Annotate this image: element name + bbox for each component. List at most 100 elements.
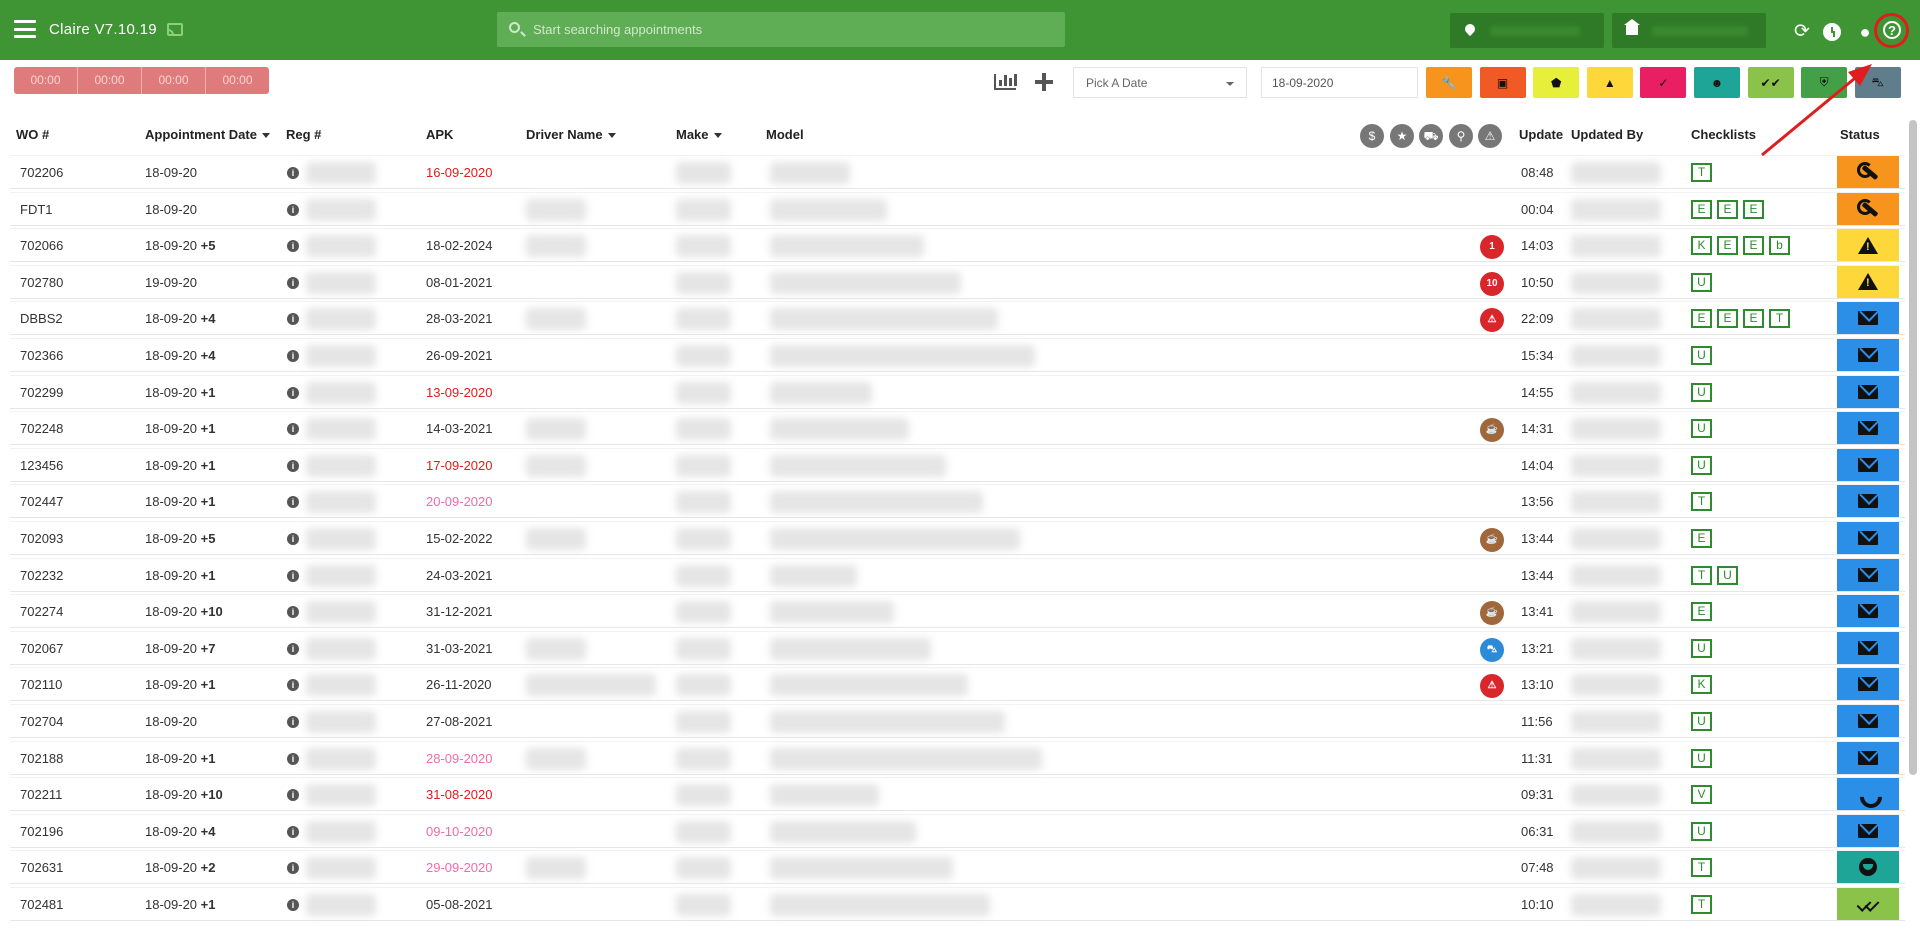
info-icon[interactable]: i [287, 276, 299, 289]
table-row[interactable]: 702631 18-09-20 +2 i 29-09-2020 07:48 T [10, 850, 1905, 885]
checklist-tag[interactable]: U [1717, 565, 1738, 585]
info-icon[interactable]: i [287, 240, 299, 253]
info-icon[interactable]: i [287, 167, 299, 179]
table-row[interactable]: 702704 18-09-20 i 27-08-2021 11:56 U [10, 704, 1905, 738]
table-row[interactable]: 702196 18-09-20 +4 i 09-10-2020 06:31 U [10, 813, 1905, 848]
row-alert-badge[interactable]: ⚠ [1480, 674, 1504, 699]
add-appointment-icon[interactable] [1034, 72, 1054, 92]
info-icon[interactable]: i [287, 350, 299, 362]
branch-selector[interactable] [1612, 13, 1766, 48]
info-icon[interactable]: i [287, 533, 299, 545]
column-updated-by[interactable]: Updated By [1571, 127, 1643, 142]
status-cell[interactable] [1837, 778, 1899, 811]
filter-wrench-button[interactable]: 🔧 [1426, 67, 1472, 98]
column-appointment-date[interactable]: Appointment Date [145, 127, 270, 142]
checklist-tag[interactable]: E [1691, 529, 1712, 548]
checklist-tag[interactable]: E [1691, 602, 1712, 622]
row-alert-badge[interactable]: ☕ [1480, 601, 1504, 626]
date-field[interactable] [1261, 67, 1418, 98]
checklist-tag[interactable]: U [1691, 346, 1712, 365]
checklist-tag[interactable]: U [1691, 712, 1712, 731]
table-row[interactable]: 702067 18-09-20 +7 i 31-03-2021 ⛍ 13:21 U [10, 630, 1905, 665]
column-model[interactable]: Model [766, 127, 804, 142]
checklist-tag[interactable]: E [1717, 199, 1738, 219]
table-row[interactable]: 702211 18-09-20 +10 i 31-08-2020 09:31 V [10, 777, 1905, 812]
table-row[interactable]: 702232 18-09-20 +1 i 24-03-2021 13:44 T U [10, 557, 1905, 592]
info-icon[interactable]: i [287, 313, 299, 326]
checklist-tag[interactable]: E [1743, 199, 1764, 219]
status-cell[interactable] [1837, 595, 1899, 628]
pin-icon[interactable]: ⚲ [1449, 124, 1473, 148]
search-input[interactable] [533, 22, 1065, 37]
checklist-tag[interactable]: U [1691, 638, 1712, 658]
status-cell[interactable] [1837, 522, 1899, 554]
filter-document-button[interactable]: ▣ [1479, 67, 1526, 98]
status-cell[interactable] [1837, 705, 1899, 737]
table-row[interactable]: 702188 18-09-20 +1 i 28-09-2020 11:31 U [10, 740, 1905, 775]
table-row[interactable]: 702248 18-09-20 +1 i 14-03-2021 ☕ 14:31 U [10, 411, 1905, 446]
status-cell[interactable] [1837, 192, 1899, 225]
menu-icon[interactable] [14, 20, 36, 38]
star-icon[interactable]: ★ [1390, 124, 1414, 148]
table-row[interactable]: 702481 18-09-20 +1 i 05-08-2021 10:10 T [10, 887, 1905, 921]
table-row[interactable]: 702299 18-09-20 +1 i 13-09-2020 14:55 U [10, 374, 1905, 409]
info-icon[interactable]: i [287, 459, 299, 472]
table-row[interactable]: 702066 18-09-20 +5 i 18-02-2024 1 14:03 K E Eb [10, 228, 1905, 263]
status-cell[interactable] [1837, 668, 1899, 701]
column-apk[interactable]: APK [426, 127, 453, 142]
checklist-tag[interactable]: U [1691, 821, 1712, 841]
status-cell[interactable] [1837, 485, 1899, 518]
column-update[interactable]: Update [1519, 127, 1563, 142]
table-row[interactable]: 123456 18-09-20 +1 i 17-09-2020 14:04 U [10, 447, 1905, 482]
info-icon[interactable]: i [287, 752, 299, 765]
status-cell[interactable] [1837, 448, 1899, 481]
info-icon[interactable]: i [287, 825, 299, 838]
cast-icon[interactable] [167, 23, 183, 36]
checklist-tag[interactable]: U [1691, 382, 1712, 402]
checklist-tag[interactable]: K [1691, 236, 1712, 256]
row-alert-badge[interactable]: ⛍ [1480, 637, 1504, 662]
checklist-tag[interactable]: U [1691, 419, 1712, 439]
info-icon[interactable]: i [287, 679, 299, 692]
filter-smiley-button[interactable]: ☻ [1694, 67, 1740, 98]
column-make[interactable]: Make [676, 127, 722, 142]
status-cell[interactable] [1837, 156, 1899, 188]
filter-warning-button[interactable]: ▲ [1586, 67, 1633, 98]
filter-shield-button[interactable]: ⛨ [1801, 67, 1848, 98]
row-alert-badge[interactable]: ⚠ [1480, 308, 1504, 333]
checklist-tag[interactable]: E [1717, 236, 1738, 256]
warning-icon[interactable]: ⚠ [1478, 124, 1502, 148]
checklist-tag[interactable]: K [1691, 675, 1712, 695]
checklist-tag[interactable]: E [1743, 236, 1764, 256]
checklist-tag[interactable]: U [1691, 455, 1712, 475]
column-reg[interactable]: Reg # [286, 127, 321, 142]
info-icon[interactable]: i [287, 716, 299, 728]
status-cell[interactable] [1837, 412, 1899, 445]
table-row[interactable]: 702206 18-09-20 i 16-09-2020 08:48 T [10, 155, 1905, 189]
status-cell[interactable] [1837, 229, 1899, 262]
info-icon[interactable]: i [287, 423, 299, 436]
cart-icon[interactable]: ⛟ [1419, 124, 1443, 148]
table-row[interactable]: 702780 19-09-20 i 08-01-2021 10 10:50 U [10, 264, 1905, 299]
info-icon[interactable]: i [287, 789, 299, 802]
column-wo[interactable]: WO # [16, 127, 49, 142]
search-bar[interactable] [497, 12, 1065, 47]
row-alert-badge[interactable]: 1 [1480, 235, 1504, 260]
column-driver-name[interactable]: Driver Name [526, 127, 616, 142]
filter-car-button[interactable]: ⛍ [1854, 67, 1901, 98]
timer-1[interactable]: 00:00 [14, 67, 78, 94]
info-icon[interactable]: i [287, 642, 299, 655]
checklist-tag[interactable]: E [1691, 309, 1712, 329]
table-row[interactable]: 702447 18-09-20 +1 i 20-09-2020 13:56 T [10, 484, 1905, 519]
clock-icon[interactable] [1823, 23, 1841, 41]
status-cell[interactable] [1837, 741, 1899, 774]
info-icon[interactable]: i [287, 386, 299, 399]
filter-double-check-button[interactable]: ✔✔ [1747, 67, 1794, 98]
checklist-tag[interactable]: T [1691, 858, 1712, 878]
status-cell[interactable] [1837, 265, 1899, 298]
pick-date-dropdown[interactable]: Pick A Date [1073, 67, 1247, 98]
table-row[interactable]: 702110 18-09-20 +1 i 26-11-2020 ⚠ 13:10 K [10, 667, 1905, 702]
checklist-tag[interactable]: T [1691, 895, 1712, 914]
checklist-tag[interactable]: E [1717, 309, 1738, 329]
info-icon[interactable]: i [287, 899, 299, 911]
